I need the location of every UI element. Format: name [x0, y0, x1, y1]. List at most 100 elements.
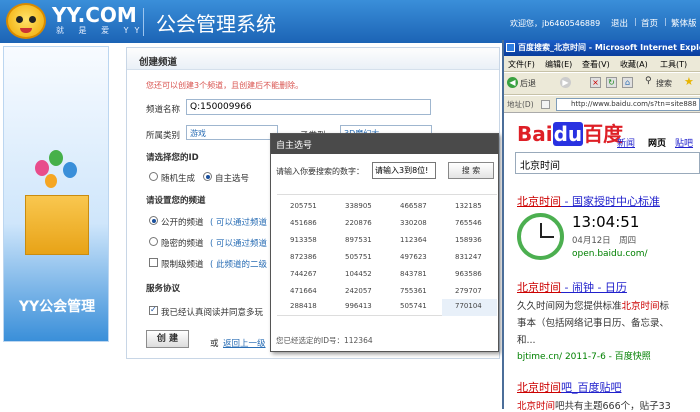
- id-number-cell[interactable]: 913358: [277, 233, 332, 250]
- public-channel-label: 公开的频道: [161, 218, 204, 228]
- id-number-cell[interactable]: 765546: [442, 216, 497, 233]
- home-link[interactable]: 首页: [641, 17, 658, 29]
- gift-box-icon: [25, 195, 89, 255]
- id-number-cell-hovered[interactable]: 770104: [442, 299, 497, 316]
- category-label: 所属类别: [146, 131, 181, 141]
- id-number-cell[interactable]: 220876: [332, 216, 387, 233]
- baidu-logo-bai: Bai: [517, 122, 553, 146]
- id-number-cell[interactable]: 831247: [442, 250, 497, 267]
- menu-tools[interactable]: 工具(T): [660, 59, 687, 70]
- private-channel-hint: ( 可以通过频道: [210, 239, 268, 249]
- id-number-cell[interactable]: 843781: [387, 267, 442, 284]
- baidu-logo[interactable]: Baidu百度: [517, 118, 623, 147]
- link-separator: |: [664, 17, 667, 26]
- id-number-cell[interactable]: 497623: [387, 250, 442, 267]
- id-custom-label: 自主选号: [215, 174, 250, 184]
- welcome-text: 欢迎您，jb6460546889: [510, 19, 601, 28]
- id-number-cell[interactable]: 288418: [277, 299, 332, 316]
- id-search-button[interactable]: 搜 索: [448, 162, 494, 179]
- result-2-snippet-3: 和...: [517, 335, 536, 346]
- menu-view[interactable]: 查看(V): [582, 59, 610, 70]
- id-number-cell[interactable]: 205751: [277, 199, 332, 216]
- id-number-cell[interactable]: 897531: [332, 233, 387, 250]
- agree-label: 我已经认真阅读并同意多玩: [161, 308, 264, 318]
- id-number-cell[interactable]: 112364: [387, 233, 442, 250]
- or-text: 或: [210, 339, 219, 349]
- baidu-logo-du: du: [552, 122, 584, 146]
- logo-text[interactable]: YY.COM: [52, 3, 137, 27]
- id-number-cell[interactable]: 158936: [442, 233, 497, 250]
- limit-channel-hint: ( 此频道的二级: [210, 260, 268, 270]
- favorites-star-icon[interactable]: ★: [684, 75, 694, 88]
- dialog-prompt: 请输入你要搜索的数字：: [276, 167, 364, 176]
- balloons-icon: [35, 150, 83, 198]
- agree-checkbox[interactable]: [149, 305, 158, 315]
- search-button-label[interactable]: 搜索: [656, 78, 672, 89]
- nav-news[interactable]: 新闻: [617, 136, 635, 149]
- id-number-cell[interactable]: 505751: [332, 250, 387, 267]
- service-section-title: 服务协议: [146, 284, 181, 294]
- result-3-title-rest: 吧_百度贴吧: [561, 381, 622, 394]
- forward-arrow-icon[interactable]: ▶: [560, 77, 571, 88]
- nav-tieba[interactable]: 贴吧: [675, 136, 693, 149]
- result-2-url[interactable]: bjtime.cn/ 2011-7-6 - 百度快照: [517, 349, 651, 362]
- limit-channel-checkbox[interactable]: [149, 258, 158, 267]
- id-number-cell[interactable]: 338905: [332, 199, 387, 216]
- ie-title-bar[interactable]: 百度搜索_北京时间 - Microsoft Internet Explorer: [504, 40, 700, 56]
- id-random-label: 随机生成: [161, 174, 196, 184]
- id-number-cell[interactable]: 104452: [332, 267, 387, 284]
- id-number-cell[interactable]: 451686: [277, 216, 332, 233]
- id-number-cell[interactable]: 132185: [442, 199, 497, 216]
- current-date: 04月12日 周四: [572, 236, 637, 246]
- result-3-title[interactable]: 北京时间吧_百度贴吧: [517, 379, 622, 395]
- result-1-url[interactable]: open.baidu.com/: [572, 249, 648, 259]
- snippet-text: 标: [659, 301, 670, 312]
- id-number-cell[interactable]: 744267: [277, 267, 332, 284]
- back-link[interactable]: 返回上一级: [223, 337, 266, 349]
- panel-header: [127, 48, 499, 70]
- link-separator: |: [634, 17, 637, 26]
- back-button-label[interactable]: 后退: [520, 78, 536, 89]
- traditional-link[interactable]: 繁体版: [671, 17, 697, 29]
- id-number-grid: 205751 338905 466587 132185 451686 22087…: [277, 194, 497, 316]
- menu-edit[interactable]: 编辑(E): [545, 59, 572, 70]
- private-channel-radio[interactable]: [149, 237, 158, 246]
- channel-name-label: 频道名称: [146, 105, 181, 115]
- id-number-cell[interactable]: 330208: [387, 216, 442, 233]
- menu-favorites[interactable]: 收藏(A): [620, 59, 648, 70]
- id-number-cell[interactable]: 872386: [277, 250, 332, 267]
- nav-web[interactable]: 网页: [648, 136, 666, 149]
- id-number-cell[interactable]: 963586: [442, 267, 497, 284]
- result-2-title[interactable]: 北京时间 - 闹钟 - 日历: [517, 279, 627, 295]
- id-custom-radio[interactable]: [203, 172, 212, 181]
- result-2-snippet: 久久时间网为您提供标准北京时间标: [517, 298, 669, 312]
- stop-icon[interactable]: ×: [590, 77, 601, 88]
- logout-link[interactable]: 退出: [611, 17, 628, 29]
- banner-title: YY公会管理: [18, 299, 96, 315]
- public-channel-radio[interactable]: [149, 216, 158, 225]
- id-number-cell[interactable]: 505741: [387, 299, 442, 316]
- menu-file[interactable]: 文件(F): [508, 59, 535, 70]
- channel-section-title: 请设置您的频道: [146, 196, 206, 206]
- result-1-title[interactable]: 北京时间 - 国家授时中心标准: [517, 193, 660, 209]
- logo-slogan: 就 是 爱 YY: [56, 26, 146, 35]
- refresh-icon[interactable]: ↻: [606, 77, 617, 88]
- id-search-input[interactable]: 请输入3到8位!: [372, 162, 436, 179]
- back-arrow-icon[interactable]: ◀: [507, 77, 518, 88]
- search-icon[interactable]: ⚲: [645, 76, 652, 86]
- channel-name-input[interactable]: Q:150009966: [186, 99, 431, 115]
- category-select[interactable]: 游戏: [186, 125, 278, 140]
- yy-mascot-logo-icon[interactable]: [6, 3, 46, 39]
- result-2-title-hl: 北京时间: [517, 281, 561, 294]
- baidu-search-input[interactable]: 北京时间: [515, 152, 700, 174]
- id-random-radio[interactable]: [149, 172, 158, 181]
- limit-channel-label: 限制级频道: [161, 260, 204, 270]
- ie-page-icon: [506, 43, 515, 52]
- id-number-cell[interactable]: 466587: [387, 199, 442, 216]
- id-number-cell[interactable]: 996413: [332, 299, 387, 316]
- create-button[interactable]: 创 建: [146, 330, 189, 348]
- panel-title: 创建频道: [139, 57, 178, 68]
- address-input[interactable]: http://www.baidu.com/s?tn=site888: [556, 98, 700, 111]
- home-icon[interactable]: ⌂: [622, 77, 633, 88]
- id-section-title: 请选择您的ID: [146, 153, 199, 163]
